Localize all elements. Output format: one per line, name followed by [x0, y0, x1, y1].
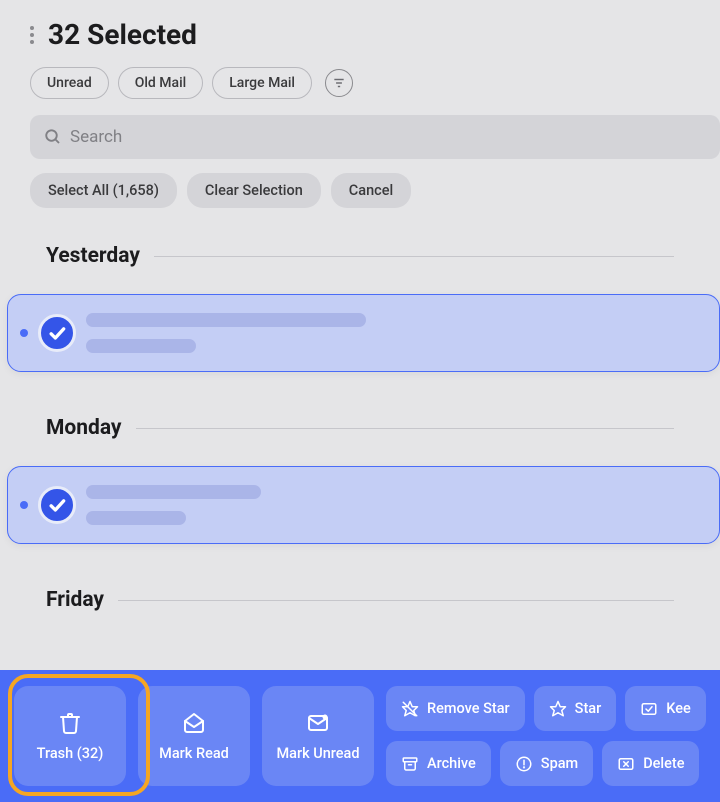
- archive-icon: [401, 755, 419, 773]
- email-content: [86, 485, 699, 525]
- search-icon: [44, 128, 62, 146]
- keep-icon: [640, 700, 658, 718]
- spam-icon: [515, 755, 533, 773]
- filter-old-mail[interactable]: Old Mail: [118, 67, 204, 99]
- keep-button[interactable]: Kee: [625, 686, 706, 731]
- remove-star-button[interactable]: Remove Star: [386, 686, 525, 731]
- cancel-button[interactable]: Cancel: [331, 173, 411, 208]
- trash-icon: [58, 711, 82, 735]
- email-content: [86, 313, 699, 353]
- mark-read-button[interactable]: Mark Read: [138, 686, 250, 786]
- star-button[interactable]: Star: [534, 686, 617, 731]
- keep-label: Kee: [666, 700, 691, 717]
- trash-button[interactable]: Trash (32): [14, 686, 126, 786]
- remove-star-label: Remove Star: [427, 700, 510, 717]
- spam-button[interactable]: Spam: [500, 741, 593, 786]
- unread-indicator-icon: [20, 329, 28, 337]
- more-options-icon[interactable]: [26, 22, 38, 48]
- section-divider: [118, 600, 674, 601]
- selection-checkbox[interactable]: [38, 314, 76, 352]
- mark-unread-label: Mark Unread: [276, 745, 359, 762]
- section-title-monday: Monday: [46, 416, 122, 440]
- email-item[interactable]: [7, 294, 720, 372]
- email-item[interactable]: [7, 466, 720, 544]
- mark-read-label: Mark Read: [159, 745, 229, 762]
- section-title-friday: Friday: [46, 588, 104, 612]
- email-subject-placeholder: [86, 313, 366, 327]
- action-toolbar: Trash (32) Mark Read Mark Unread Remove …: [0, 670, 720, 802]
- trash-button-label: Trash (32): [37, 745, 104, 762]
- selection-checkbox[interactable]: [38, 486, 76, 524]
- mail-open-icon: [182, 711, 206, 735]
- spam-label: Spam: [541, 755, 578, 772]
- email-preview-placeholder: [86, 339, 196, 353]
- delete-label: Delete: [643, 755, 684, 772]
- checkmark-icon: [47, 323, 67, 343]
- email-subject-placeholder: [86, 485, 261, 499]
- filter-unread[interactable]: Unread: [30, 67, 109, 99]
- filter-icon: [332, 76, 346, 90]
- checkmark-icon: [47, 495, 67, 515]
- clear-selection-button[interactable]: Clear Selection: [187, 173, 321, 208]
- page-title: 32 Selected: [48, 18, 197, 51]
- search-input[interactable]: [70, 127, 706, 147]
- delete-icon: [617, 755, 635, 773]
- section-title-yesterday: Yesterday: [46, 244, 140, 268]
- search-bar[interactable]: [30, 115, 720, 159]
- archive-label: Archive: [427, 755, 476, 772]
- section-divider: [154, 256, 674, 257]
- filter-options-button[interactable]: [325, 69, 353, 97]
- archive-button[interactable]: Archive: [386, 741, 491, 786]
- star-off-icon: [401, 700, 419, 718]
- filter-large-mail[interactable]: Large Mail: [212, 67, 312, 99]
- select-all-button[interactable]: Select All (1,658): [30, 173, 177, 208]
- email-preview-placeholder: [86, 511, 186, 525]
- star-icon: [549, 700, 567, 718]
- section-divider: [136, 428, 675, 429]
- delete-button[interactable]: Delete: [602, 741, 699, 786]
- mail-icon: [306, 711, 330, 735]
- mark-unread-button[interactable]: Mark Unread: [262, 686, 374, 786]
- star-label: Star: [575, 700, 602, 717]
- unread-indicator-icon: [20, 501, 28, 509]
